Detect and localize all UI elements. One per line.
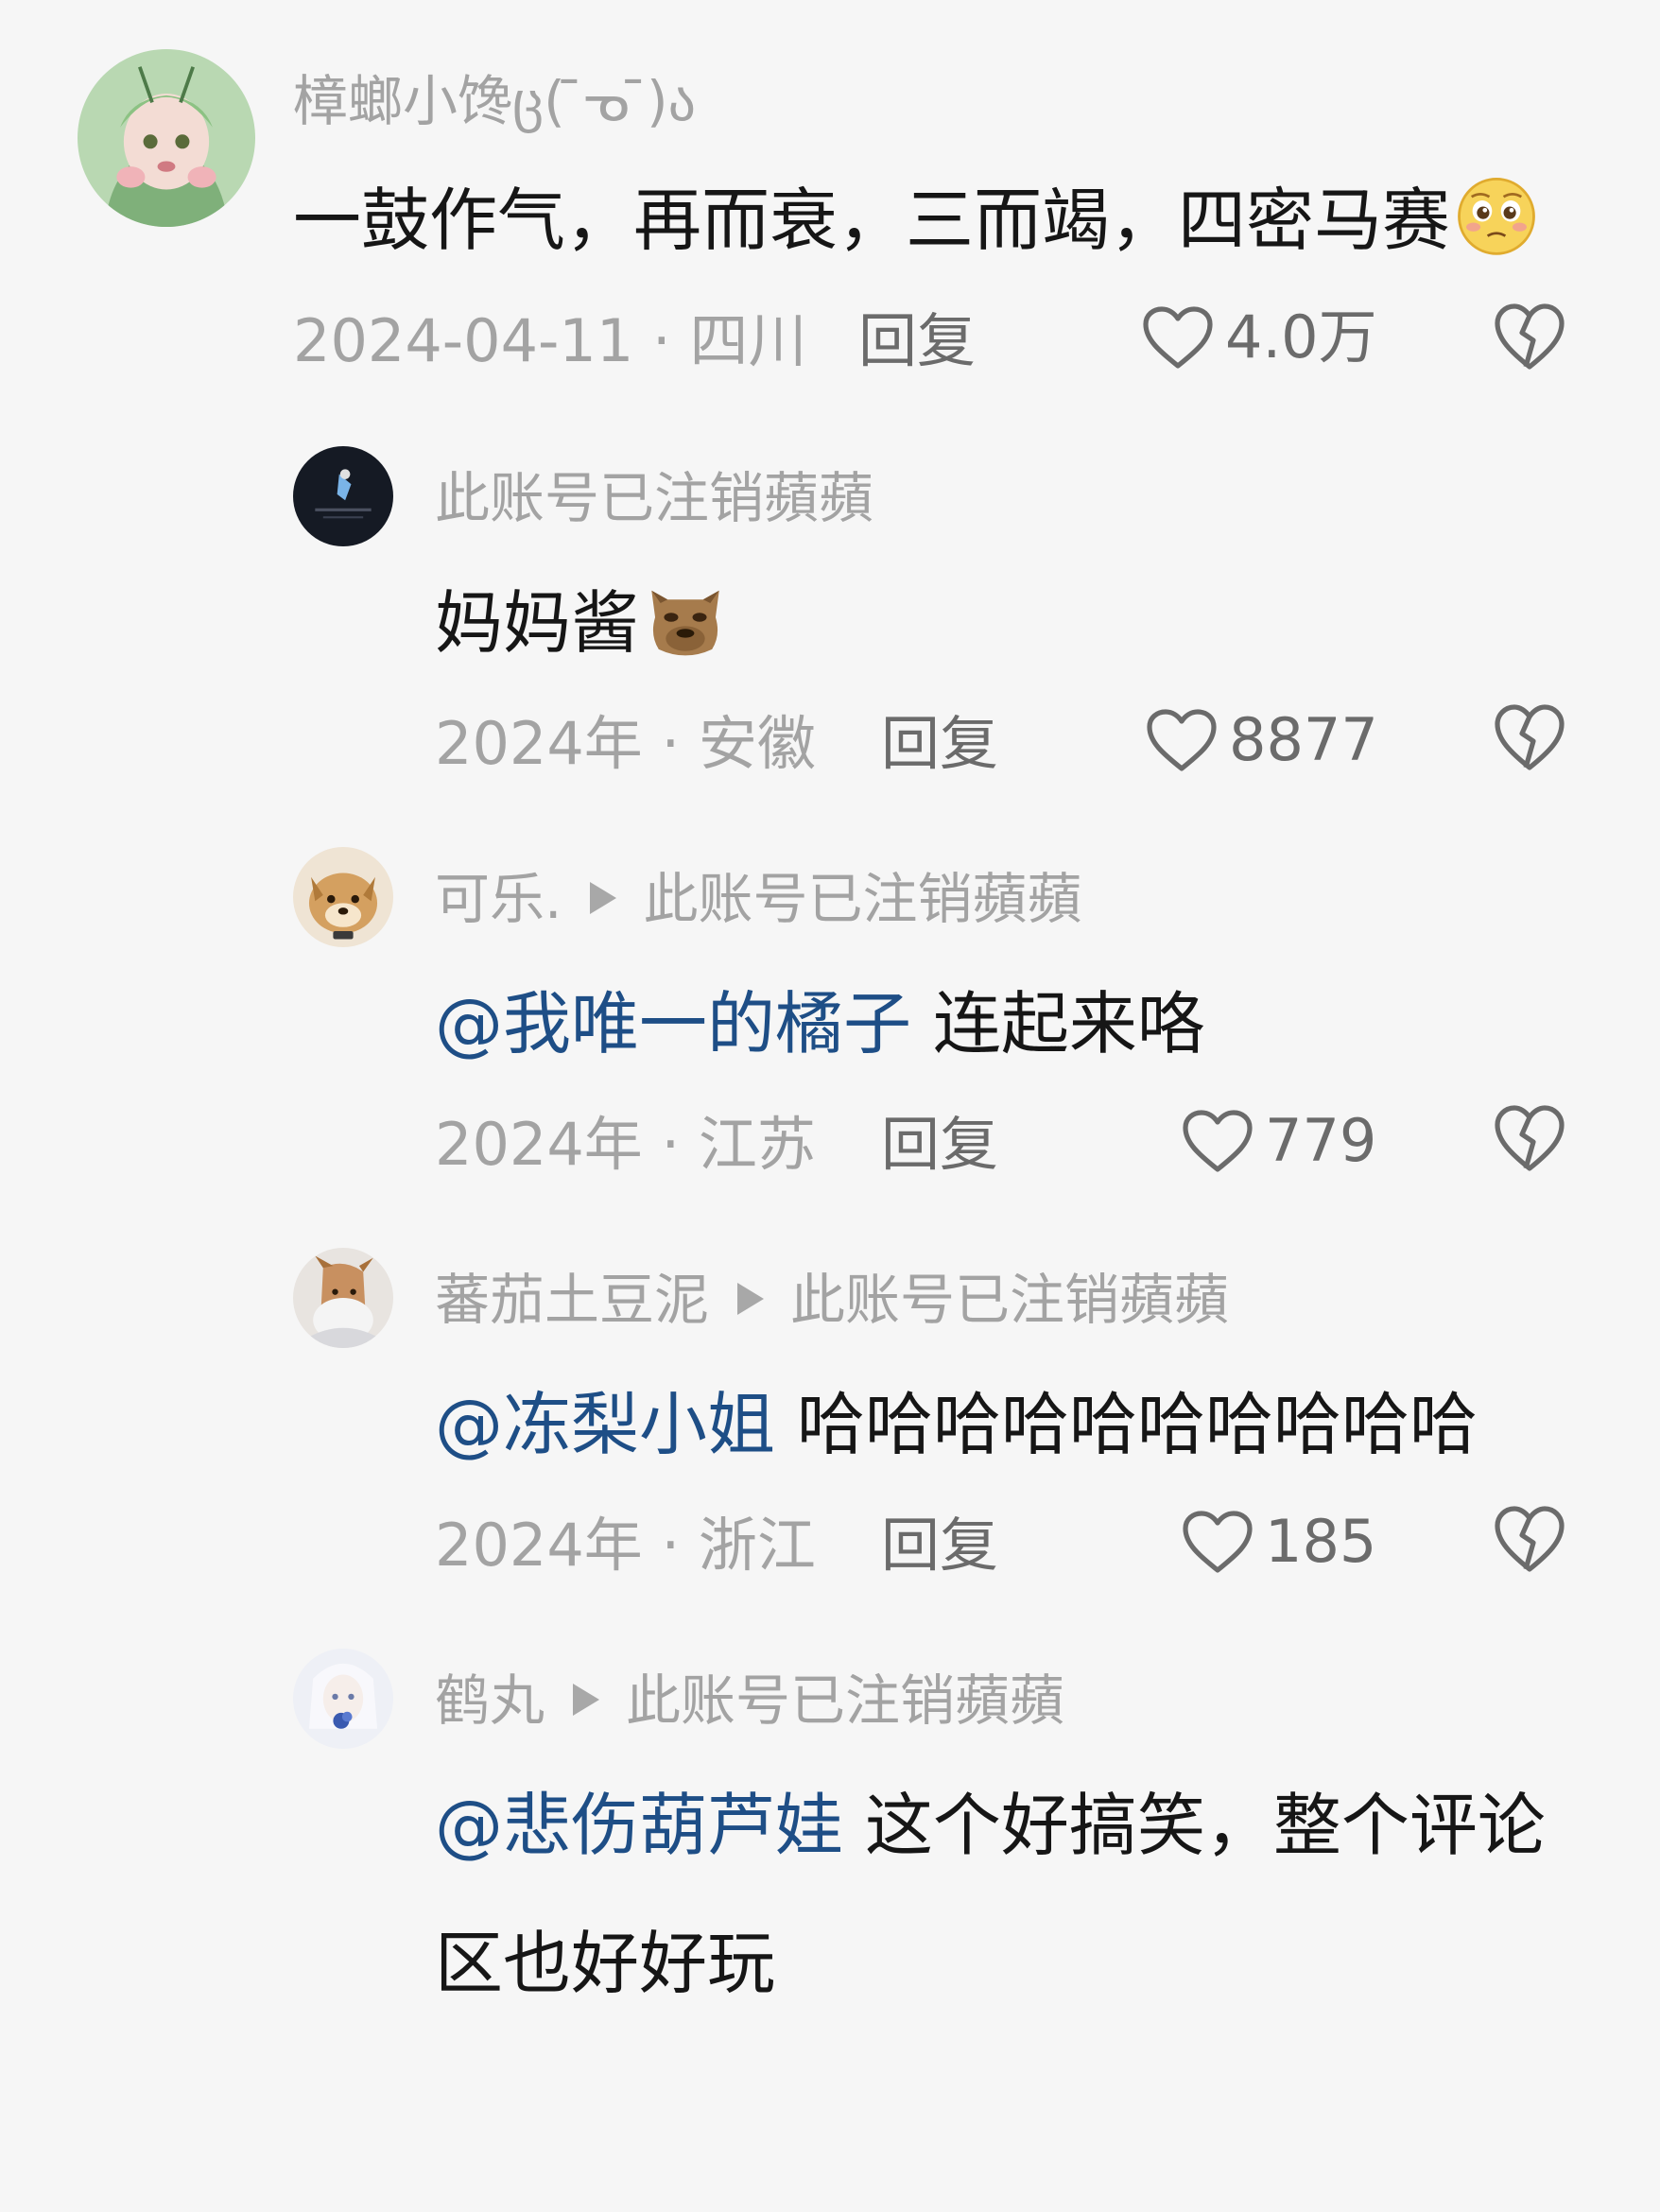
play-triangle-icon <box>590 882 617 914</box>
comment-body: 连起来咯 <box>932 984 1205 1063</box>
avatar[interactable] <box>293 1248 393 1348</box>
like-count: 185 <box>1265 1507 1377 1576</box>
reply-button[interactable]: 回复 <box>858 312 976 371</box>
like-count: 4.0万 <box>1225 302 1377 372</box>
comment-text: @悲伤葫芦娃 这个好搞笑，整个评论 <box>435 1756 1546 1894</box>
username[interactable]: 鹤丸 此账号已注销蘋蘋 <box>435 1673 1064 1728</box>
comment-item: 樟螂小馋ც( ̄ᓀ ̄)ა 一鼓作气，再而衰，三而竭，四密马赛 2024-04-… <box>0 0 1660 397</box>
username[interactable]: 蕃茄土豆泥 此账号已注销蘋蘋 <box>435 1272 1229 1327</box>
broken-heart-icon[interactable] <box>1492 701 1567 773</box>
mention-link[interactable]: @我唯一的橘子 <box>435 984 911 1063</box>
reply-target[interactable]: 此账号已注销蘋蘋 <box>790 1268 1229 1332</box>
comment-text: @我唯一的橘子 连起来咯 <box>435 955 1205 1093</box>
like-count: 779 <box>1265 1106 1377 1175</box>
reply-author[interactable]: 蕃茄土豆泥 <box>435 1268 709 1332</box>
reply-target[interactable]: 此账号已注销蘋蘋 <box>626 1668 1064 1733</box>
comment-date-region: 2024年 · 江苏 <box>435 1110 816 1179</box>
reply-button[interactable]: 回复 <box>881 1115 998 1174</box>
comment-body: 哈哈哈哈哈哈哈哈哈哈 <box>796 1385 1478 1464</box>
reply-target[interactable]: 此账号已注销蘋蘋 <box>643 867 1081 931</box>
pleading-face-emoji <box>1450 170 1543 259</box>
broken-heart-icon[interactable] <box>1492 1102 1567 1174</box>
username[interactable]: 此账号已注销蘋蘋 <box>435 471 873 526</box>
comment-body: 妈妈酱 <box>435 583 640 663</box>
mention-link[interactable]: @悲伤葫芦娃 <box>435 1786 843 1865</box>
comment-item: 可乐. 此账号已注销蘋蘋 @我唯一的橘子 连起来咯 2024年 · 江苏 回复 7… <box>0 817 1660 1214</box>
avatar[interactable] <box>78 49 255 227</box>
like-button[interactable]: 8877 <box>1144 705 1378 775</box>
heart-outline-icon <box>1183 1110 1253 1172</box>
username[interactable]: 可乐. 此账号已注销蘋蘋 <box>435 872 1081 926</box>
capybara-emoji <box>639 573 732 662</box>
avatar[interactable] <box>293 847 393 947</box>
mention-link[interactable]: @冻梨小姐 <box>435 1385 775 1464</box>
reply-author[interactable]: 可乐. <box>435 867 562 931</box>
comment-body: 一鼓作气，再而衰，三而竭，四密马赛 <box>293 181 1451 260</box>
reply-author[interactable]: 鹤丸 <box>435 1668 545 1733</box>
like-count: 8877 <box>1229 705 1378 774</box>
broken-heart-icon[interactable] <box>1492 1503 1567 1575</box>
comment-item: 此账号已注销蘋蘋 妈妈酱 2024年 · 安徽 回复 8877 <box>0 416 1660 813</box>
play-triangle-icon <box>573 1684 600 1716</box>
username[interactable]: 樟螂小馋ც( ̄ᓀ ̄)ა <box>293 74 696 129</box>
comment-date-region: 2024年 · 安徽 <box>435 709 816 778</box>
comment-date-region: 2024年 · 浙江 <box>435 1511 816 1580</box>
comment-text-continued: 区也好好玩 <box>435 1924 776 2003</box>
reply-button[interactable]: 回复 <box>881 715 998 773</box>
reply-button[interactable]: 回复 <box>881 1516 998 1575</box>
heart-outline-icon <box>1147 709 1217 771</box>
play-triangle-icon <box>737 1283 765 1315</box>
comment-text: 一鼓作气，再而衰，三而竭，四密马赛 <box>293 151 1543 289</box>
comment-item: 蕃茄土豆泥 此账号已注销蘋蘋 @冻梨小姐 哈哈哈哈哈哈哈哈哈哈 2024年 · 浙… <box>0 1218 1660 1615</box>
comment-item: 鹤丸 此账号已注销蘋蘋 @悲伤葫芦娃 这个好搞笑，整个评论 区也好好玩 <box>0 1618 1660 2053</box>
comment-body: 这个好搞笑，整个评论 <box>864 1786 1546 1865</box>
avatar[interactable] <box>293 1649 393 1749</box>
heart-outline-icon <box>1143 306 1213 369</box>
comment-text: 妈妈酱 <box>435 554 732 692</box>
comment-text: @冻梨小姐 哈哈哈哈哈哈哈哈哈哈 <box>435 1356 1478 1494</box>
like-button[interactable]: 779 <box>1180 1106 1376 1176</box>
broken-heart-icon[interactable] <box>1492 301 1567 372</box>
like-button[interactable]: 4.0万 <box>1140 302 1377 372</box>
like-button[interactable]: 185 <box>1180 1507 1376 1577</box>
avatar[interactable] <box>293 446 393 546</box>
comment-date-region: 2024-04-11 · 四川 <box>293 306 807 375</box>
heart-outline-icon <box>1183 1511 1253 1573</box>
